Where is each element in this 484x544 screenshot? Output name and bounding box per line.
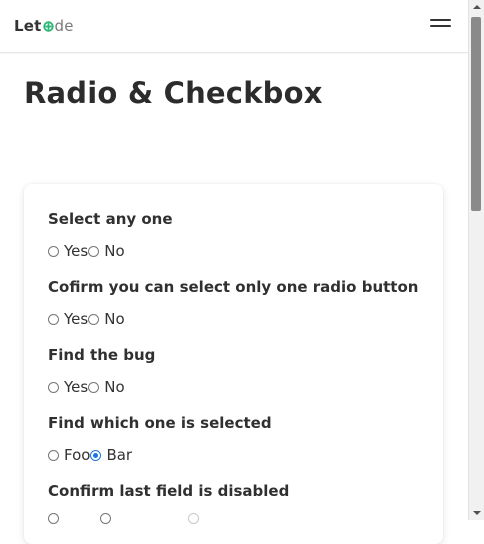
radio-option-no[interactable]: No — [88, 309, 125, 329]
scrollbar-thumb[interactable] — [471, 17, 481, 211]
question-label: Select any one — [48, 210, 173, 228]
question-find-the-bug: Find the bug Yes No — [48, 345, 156, 396]
radio-label: No — [104, 378, 125, 396]
question-label: Find the bug — [48, 346, 156, 364]
radio-label: Yes — [64, 310, 89, 328]
radio-label: Yes — [64, 378, 89, 396]
question-label: Confirm last field is disabled — [48, 482, 290, 500]
radio-button[interactable] — [100, 513, 111, 524]
letcode-logo-icon — [42, 20, 54, 32]
radio-group-partially-visible — [48, 513, 204, 524]
radio-button-disabled — [188, 513, 199, 524]
vertical-scrollbar[interactable] — [468, 0, 484, 520]
radio-group: Yes No — [48, 309, 125, 329]
top-navbar: Let de — [0, 0, 468, 53]
question-label: Cofirm you can select only one radio but… — [48, 278, 419, 296]
radio-option-yes[interactable]: Yes — [48, 309, 88, 329]
letcode-logo[interactable]: Let de — [14, 17, 74, 35]
question-select-only-one: Cofirm you can select only one radio but… — [48, 277, 419, 328]
question-last-field-disabled: Confirm last field is disabled — [48, 481, 290, 524]
scroll-down-arrow-icon[interactable] — [473, 511, 481, 515]
radio-option-no[interactable]: No — [88, 241, 125, 261]
radio-card: Select any one Yes No Cofirm you can sel… — [24, 184, 443, 544]
radio-button[interactable] — [88, 313, 100, 325]
question-select-any-one: Select any one Yes No — [48, 209, 173, 260]
radio-group: Foo Bar — [48, 445, 132, 465]
radio-group: Yes No — [48, 377, 125, 397]
radio-option-yes[interactable]: Yes — [48, 377, 88, 397]
question-find-selected: Find which one is selected Foo Bar — [48, 413, 272, 464]
radio-button-selected[interactable] — [90, 449, 102, 461]
radio-button[interactable] — [88, 245, 100, 257]
logo-text-de: de — [54, 17, 74, 35]
radio-label: No — [104, 310, 125, 328]
radio-button[interactable] — [88, 381, 100, 393]
radio-button[interactable] — [48, 513, 59, 524]
radio-option-bar[interactable]: Bar — [90, 445, 132, 465]
page-title: Radio & Checkbox — [24, 76, 323, 110]
radio-button[interactable] — [48, 449, 59, 461]
radio-label: Foo — [64, 446, 91, 464]
scroll-up-arrow-icon[interactable] — [473, 5, 481, 9]
radio-label: No — [104, 242, 125, 260]
radio-button[interactable] — [48, 313, 59, 325]
radio-option-yes[interactable]: Yes — [48, 241, 88, 261]
logo-text-let: Let — [14, 17, 42, 35]
radio-option-foo[interactable]: Foo — [48, 445, 90, 465]
radio-option-no[interactable]: No — [88, 377, 125, 397]
radio-group: Yes No — [48, 241, 125, 261]
radio-button[interactable] — [48, 245, 59, 257]
radio-label: Yes — [64, 242, 89, 260]
radio-button[interactable] — [48, 381, 59, 393]
hamburger-menu-icon[interactable] — [430, 16, 452, 30]
question-label: Find which one is selected — [48, 414, 272, 432]
radio-label: Bar — [106, 446, 133, 464]
